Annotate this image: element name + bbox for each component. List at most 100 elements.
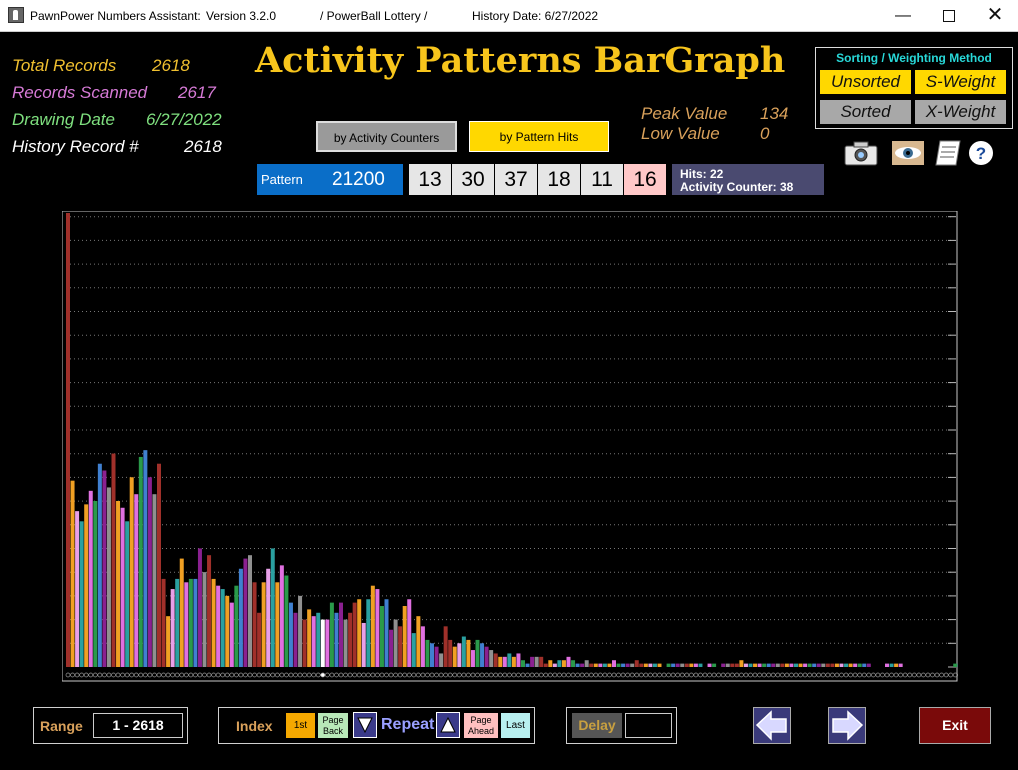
bar[interactable]: [543, 663, 548, 667]
unsorted-button[interactable]: Unsorted: [820, 70, 911, 94]
bar[interactable]: [616, 663, 621, 667]
bar[interactable]: [184, 582, 189, 667]
bar[interactable]: [780, 663, 785, 667]
bar[interactable]: [66, 213, 70, 667]
delay-input[interactable]: [625, 713, 672, 738]
bar[interactable]: [666, 663, 671, 667]
bar[interactable]: [211, 578, 216, 667]
s-weight-button[interactable]: S-Weight: [915, 70, 1006, 94]
bar[interactable]: [480, 643, 485, 667]
bar[interactable]: [730, 663, 735, 667]
bar[interactable]: [584, 660, 589, 667]
camera-button[interactable]: [843, 139, 879, 167]
bar[interactable]: [84, 504, 89, 667]
bar[interactable]: [707, 663, 712, 667]
bar[interactable]: [443, 626, 448, 667]
bar[interactable]: [193, 578, 198, 667]
bar[interactable]: [357, 599, 362, 667]
bar[interactable]: [825, 663, 830, 667]
bar[interactable]: [111, 453, 116, 667]
bar[interactable]: [725, 663, 730, 667]
bar[interactable]: [339, 602, 343, 667]
bar[interactable]: [621, 663, 626, 667]
bar[interactable]: [862, 663, 867, 667]
bar[interactable]: [889, 663, 894, 667]
previous-button[interactable]: [753, 707, 791, 744]
bar[interactable]: [602, 663, 607, 667]
bar[interactable]: [648, 663, 653, 667]
bar[interactable]: [366, 599, 371, 667]
bar[interactable]: [434, 646, 439, 667]
bar[interactable]: [79, 521, 84, 667]
bar[interactable]: [516, 653, 521, 667]
bar[interactable]: [166, 616, 171, 667]
bar[interactable]: [794, 663, 798, 667]
bar[interactable]: [580, 663, 585, 667]
x-weight-button[interactable]: X-Weight: [915, 100, 1006, 124]
bar[interactable]: [243, 558, 248, 667]
bar[interactable]: [530, 656, 535, 667]
bar[interactable]: [489, 650, 494, 667]
bar[interactable]: [844, 663, 849, 667]
bar[interactable]: [288, 602, 293, 667]
bar[interactable]: [138, 456, 143, 667]
bar[interactable]: [834, 663, 839, 667]
bar[interactable]: [129, 477, 134, 667]
bar[interactable]: [238, 568, 243, 667]
bar[interactable]: [575, 663, 580, 667]
bar[interactable]: [552, 663, 557, 667]
bar[interactable]: [220, 589, 225, 667]
bar[interactable]: [803, 663, 808, 667]
bar[interactable]: [361, 622, 366, 667]
bar[interactable]: [225, 595, 230, 667]
bar[interactable]: [93, 500, 98, 667]
bar[interactable]: [498, 656, 503, 667]
bar[interactable]: [521, 660, 525, 667]
bar[interactable]: [753, 663, 758, 667]
bar[interactable]: [757, 663, 762, 667]
bar[interactable]: [607, 663, 612, 667]
bar[interactable]: [593, 663, 598, 667]
bar[interactable]: [848, 663, 853, 667]
bar[interactable]: [375, 589, 380, 667]
bar[interactable]: [634, 660, 639, 667]
page-ahead-button[interactable]: Page Ahead: [464, 713, 498, 738]
bar[interactable]: [657, 663, 662, 667]
bar[interactable]: [439, 653, 444, 667]
minimize-button[interactable]: —: [880, 0, 926, 31]
bar[interactable]: [106, 487, 111, 667]
bar[interactable]: [407, 599, 412, 667]
bar[interactable]: [652, 663, 657, 667]
bar[interactable]: [798, 663, 803, 667]
bar[interactable]: [352, 602, 357, 667]
by-activity-counters-button[interactable]: by Activity Counters: [316, 121, 457, 152]
bar[interactable]: [898, 663, 903, 667]
bar[interactable]: [420, 626, 425, 667]
bar[interactable]: [639, 663, 644, 667]
bar[interactable]: [589, 663, 594, 667]
bar[interactable]: [643, 663, 648, 667]
bar[interactable]: [866, 663, 871, 667]
bar[interactable]: [671, 663, 676, 667]
bar[interactable]: [566, 656, 571, 667]
bar[interactable]: [734, 663, 739, 667]
page-back-button[interactable]: Page Back: [318, 713, 348, 738]
bar[interactable]: [712, 663, 717, 667]
maximize-button[interactable]: [926, 0, 972, 31]
bar[interactable]: [398, 626, 403, 667]
bar[interactable]: [475, 639, 480, 667]
bar[interactable]: [393, 619, 398, 667]
bar[interactable]: [598, 663, 603, 667]
bar[interactable]: [430, 643, 434, 667]
bar[interactable]: [311, 616, 316, 667]
bar[interactable]: [261, 582, 266, 667]
view-button[interactable]: [891, 139, 925, 167]
bar[interactable]: [675, 663, 680, 667]
bar[interactable]: [534, 656, 539, 667]
bar[interactable]: [502, 656, 507, 667]
bar[interactable]: [748, 663, 753, 667]
bar[interactable]: [684, 663, 689, 667]
next-button[interactable]: [828, 707, 866, 744]
bar[interactable]: [275, 582, 280, 667]
bar[interactable]: [762, 663, 767, 667]
